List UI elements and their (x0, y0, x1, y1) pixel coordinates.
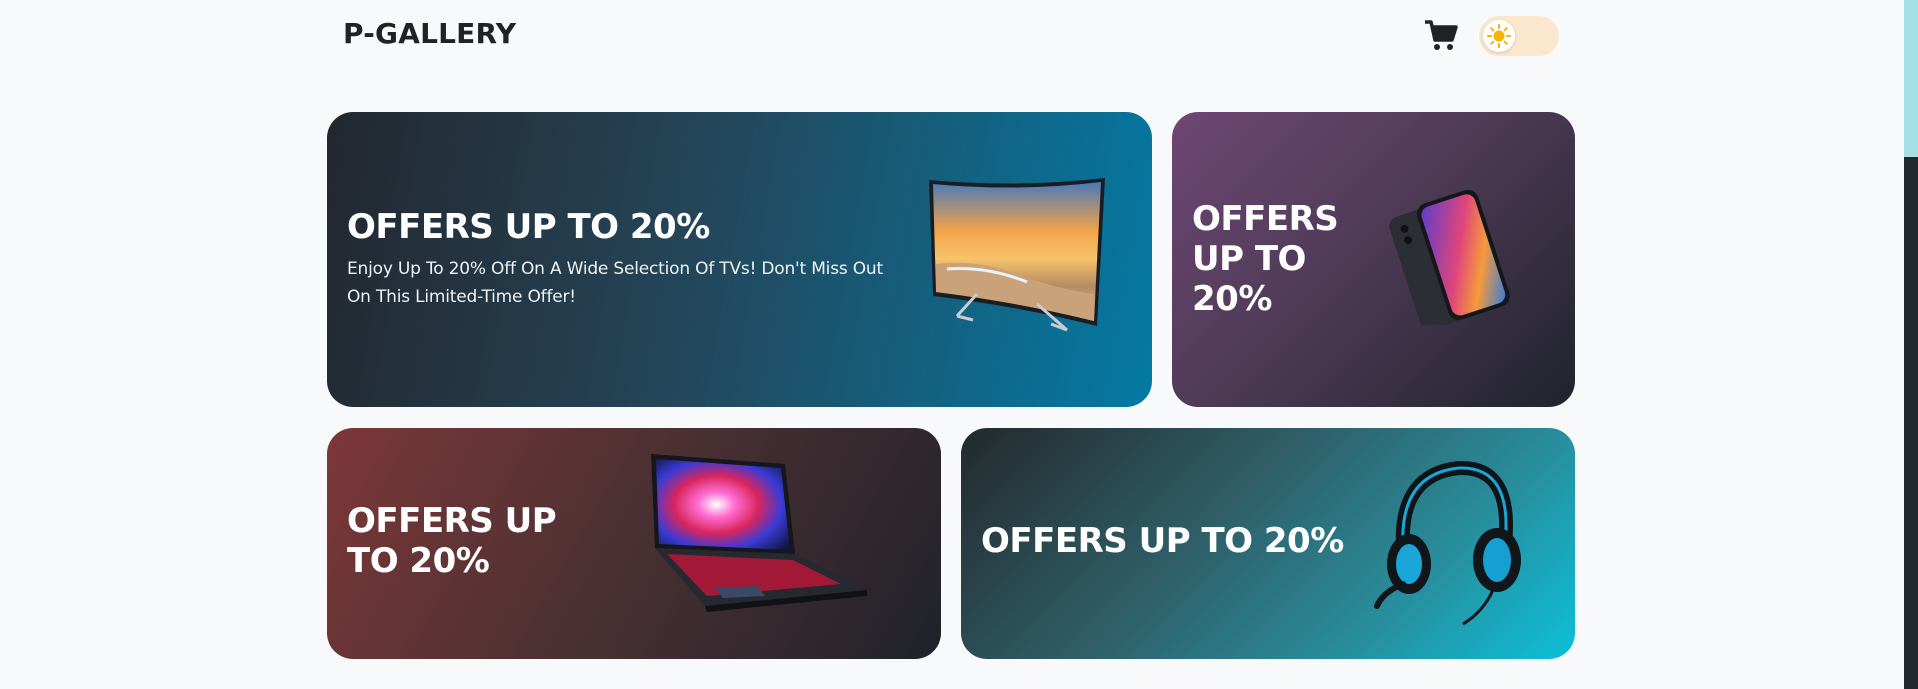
toggle-knob (1483, 20, 1515, 52)
gaming-headset-image (1374, 460, 1521, 626)
title-line: OFFERS (1192, 199, 1339, 239)
laptop-offer-banner[interactable]: OFFERS UP TO 20% (327, 428, 941, 659)
phone-offer-banner[interactable]: OFFERS UP TO 20% (1172, 112, 1575, 407)
tv-offer-banner[interactable]: OFFERS UP TO 20% Enjoy Up To 20% Off On … (327, 112, 1152, 407)
banner-description: Enjoy Up To 20% Off On A Wide Selection … (347, 259, 883, 307)
banner-title: OFFERS UP TO 20% (981, 521, 1344, 561)
title-line: UP TO (1192, 239, 1306, 279)
logo[interactable]: P-GALLERY (343, 17, 516, 50)
header: P-GALLERY (327, 0, 1575, 70)
shopping-cart-icon[interactable] (1423, 18, 1459, 52)
smartphone-image (1389, 190, 1510, 325)
sun-icon (1487, 24, 1511, 48)
headset-offer-banner[interactable]: OFFERS UP TO 20% (961, 428, 1575, 659)
banner-title: OFFERS UP TO 20% (347, 207, 710, 247)
theme-toggle[interactable] (1479, 16, 1559, 56)
laptop-image (651, 454, 867, 612)
curved-tv-image (929, 178, 1105, 332)
scrollbar-thumb[interactable] (1904, 0, 1918, 157)
banner-title: OFFERS UP TO 20% (1192, 199, 1339, 319)
title-line: OFFERS UP (347, 501, 557, 541)
title-line: 20% (1192, 279, 1272, 319)
title-line: TO 20% (347, 541, 490, 581)
banner-title: OFFERS UP TO 20% (347, 501, 557, 581)
